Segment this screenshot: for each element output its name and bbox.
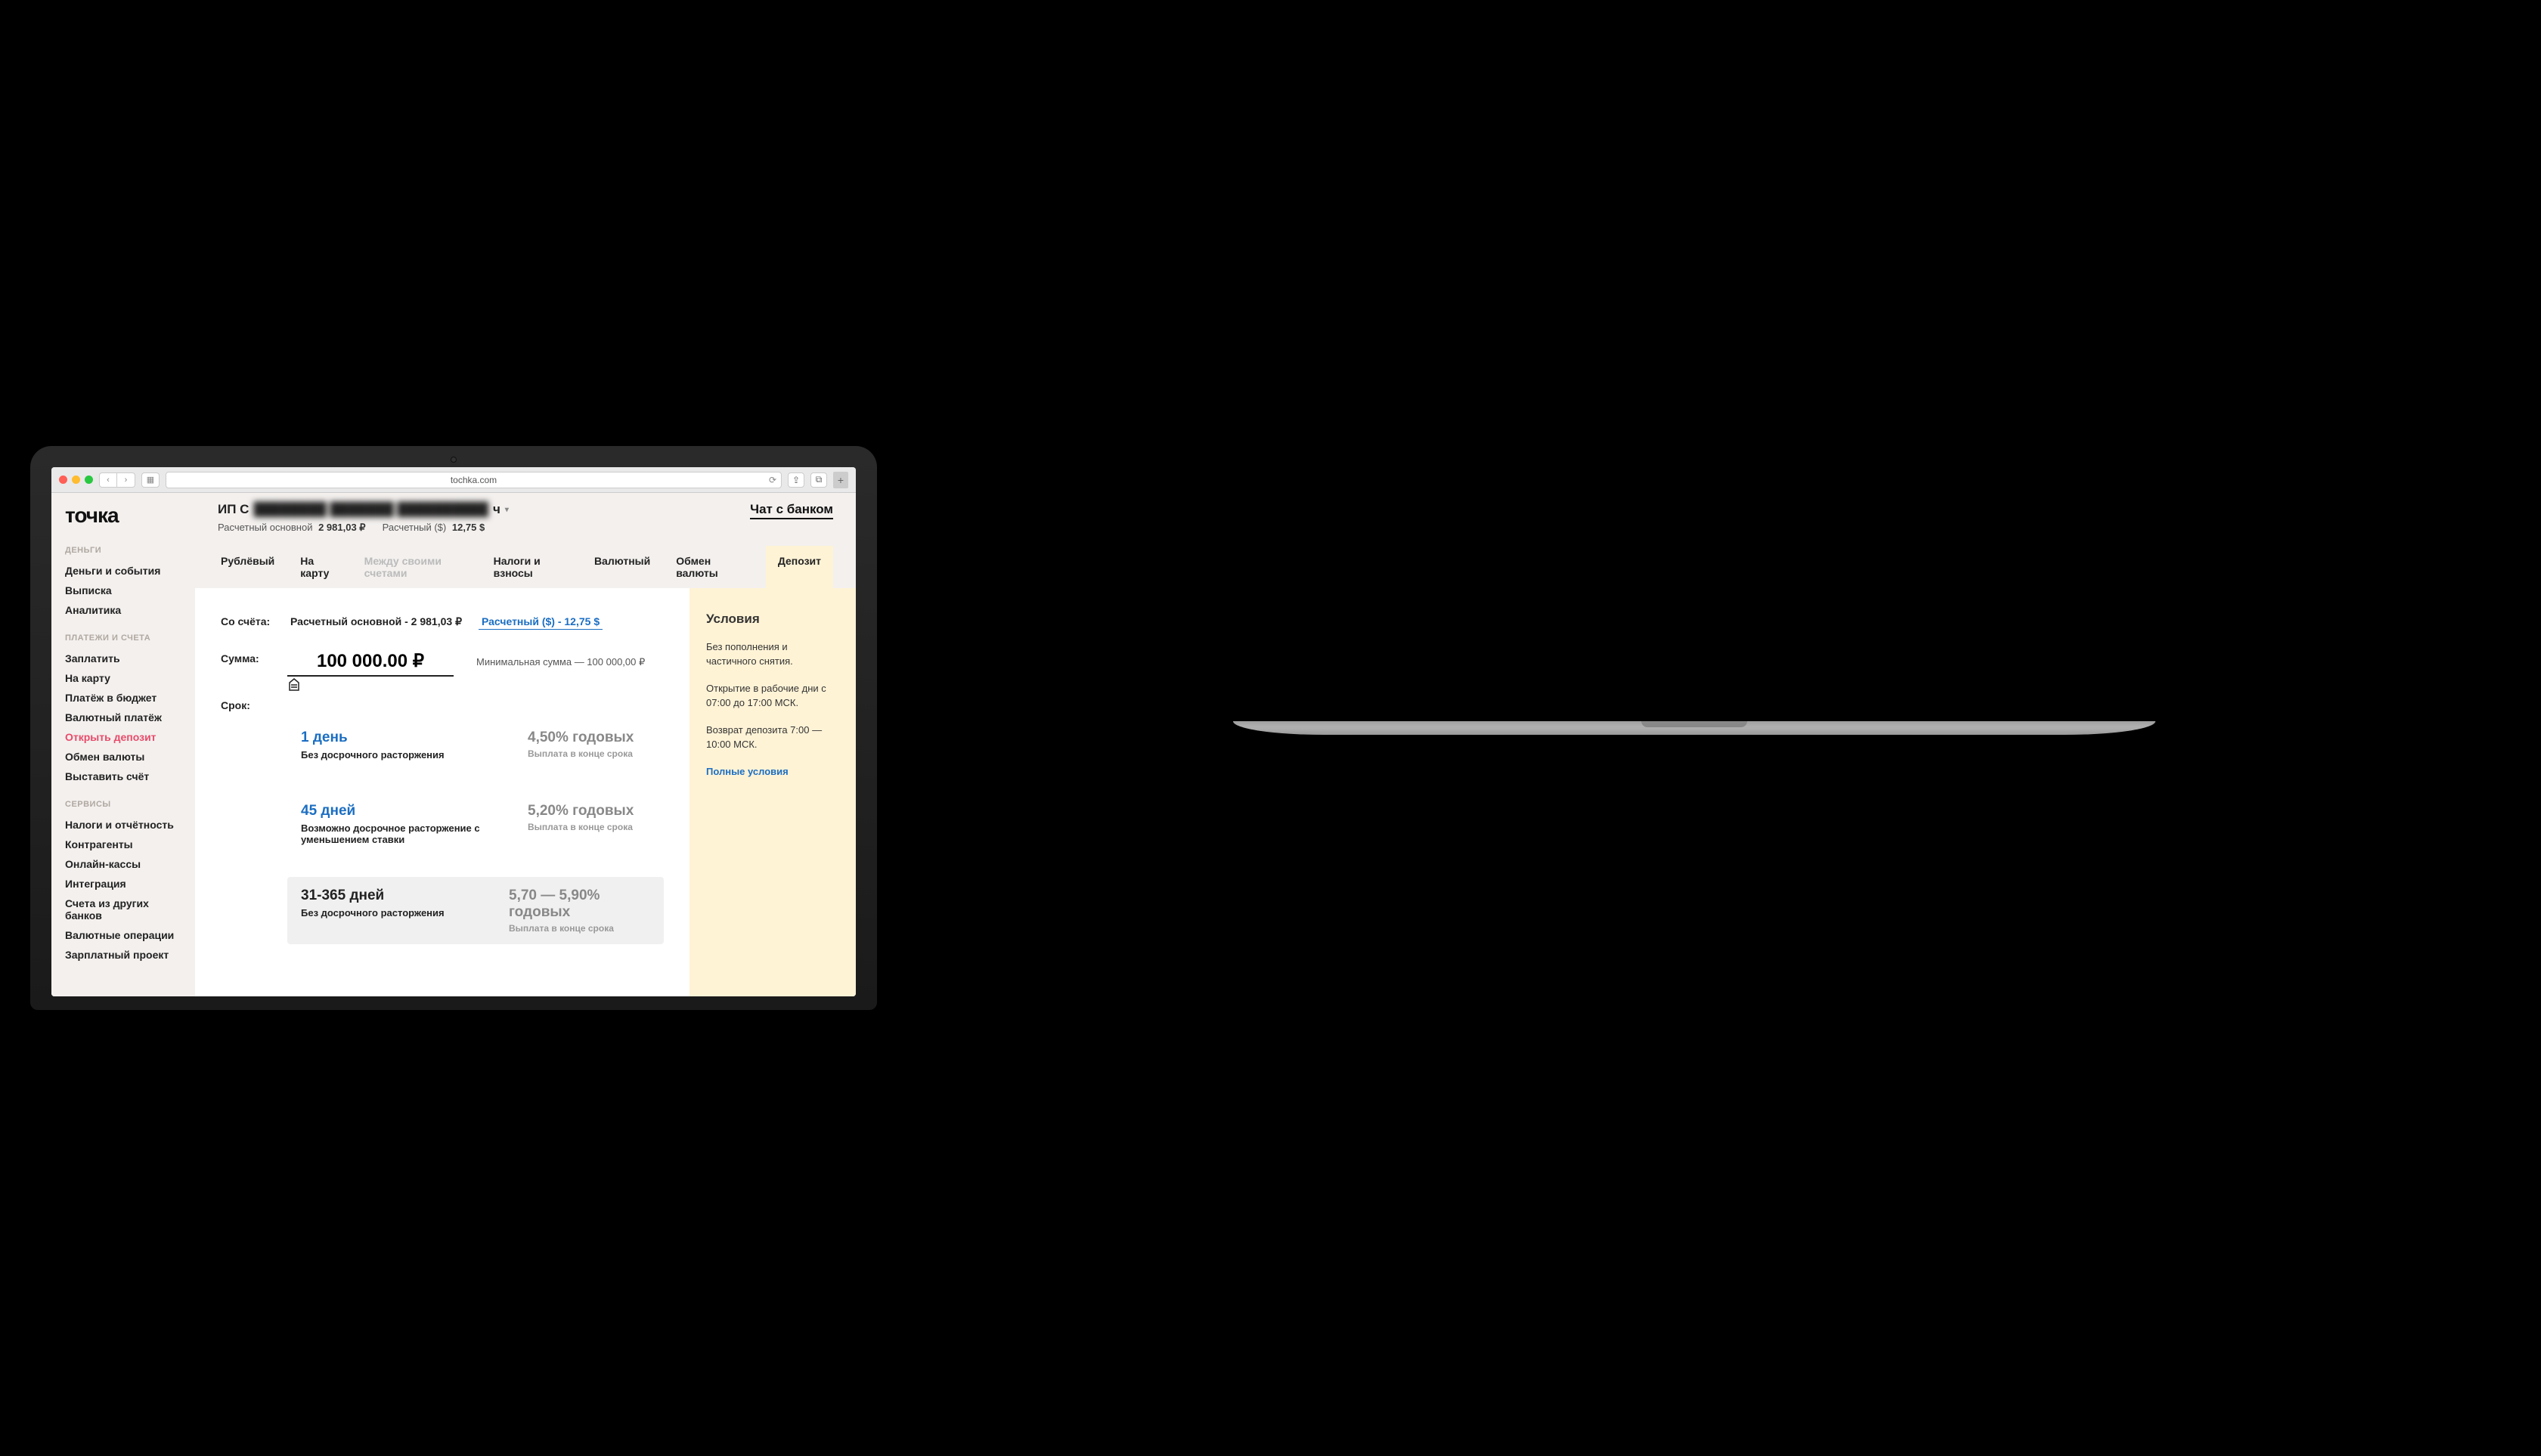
sidebar-item[interactable]: Платёж в бюджет (65, 688, 181, 708)
amount-label: Сумма: (221, 651, 274, 664)
sidebar-item[interactable]: Счета из других банков (65, 894, 181, 925)
sidebar-item[interactable]: Онлайн-кассы (65, 854, 181, 874)
sidebar-item[interactable]: Выставить счёт (65, 767, 181, 786)
sidebar-toggle-icon[interactable]: ▦ (141, 472, 160, 488)
conditions-p2: Открытие в рабочие дни с 07:00 до 17:00 … (706, 681, 839, 711)
sidebar-item[interactable]: Открыть депозит (65, 727, 181, 747)
close-window-icon[interactable] (59, 476, 67, 484)
term-option[interactable]: 45 днейВозможно досрочное расторжение с … (287, 792, 664, 856)
amount-input[interactable]: 100 000.00 ₽ (287, 651, 454, 677)
tab[interactable]: Рублёвый (218, 546, 277, 588)
tab[interactable]: Налоги и взносы (491, 546, 572, 588)
user-name-dropdown[interactable]: ИП С ████████ ███████ ██████████ ч ▾ (218, 502, 509, 517)
full-conditions-link[interactable]: Полные условия (706, 764, 839, 779)
sidebar-item[interactable]: Валютный платёж (65, 708, 181, 727)
back-button[interactable]: ‹ (99, 472, 117, 488)
deposit-form: Со счёта: Расчетный основной - 2 981,03 … (195, 588, 689, 996)
term-option[interactable]: 1 деньБез досрочного расторжения4,50% го… (287, 719, 664, 771)
term-label: Срок: (221, 698, 274, 711)
minimize-window-icon[interactable] (72, 476, 80, 484)
tabs: Рублёвый На карту Между своими счетами Нало… (195, 546, 856, 588)
new-tab-button[interactable]: + (833, 472, 848, 488)
logo: точка (65, 503, 181, 528)
browser-chrome: ‹ › ▦ tochka.com ⟳ ⇪ ⧉ + (51, 467, 856, 493)
conditions-panel: Условия Без пополнения и частичного снят… (689, 588, 856, 996)
sidebar: точка ДЕНЬГИ Деньги и событияВыпискаАнали… (51, 493, 195, 996)
sidebar-section-head: ПЛАТЕЖИ И СЧЕТА (65, 634, 181, 643)
tab: Между своими счетами (361, 546, 471, 588)
address-bar[interactable]: tochka.com ⟳ (166, 472, 782, 488)
sidebar-item[interactable]: Аналитика (65, 600, 181, 620)
tab[interactable]: Валютный (591, 546, 653, 588)
sidebar-item[interactable]: Деньги и события (65, 561, 181, 581)
tab[interactable]: Депозит (766, 546, 833, 588)
camera-icon (451, 457, 457, 463)
sidebar-item[interactable]: Контрагенты (65, 835, 181, 854)
balance-item: Расчетный основной 2 981,03 ₽ (218, 522, 366, 534)
sidebar-item[interactable]: Заплатить (65, 649, 181, 668)
tab[interactable]: Обмен валюты (673, 546, 746, 588)
forward-button[interactable]: › (117, 472, 135, 488)
zoom-window-icon[interactable] (85, 476, 93, 484)
sidebar-item[interactable]: Валютные операции (65, 925, 181, 945)
tabs-icon[interactable]: ⧉ (810, 472, 827, 488)
account-option[interactable]: Расчетный основной - 2 981,03 ₽ (287, 614, 465, 630)
tab[interactable]: На карту (297, 546, 341, 588)
sidebar-section-head: ДЕНЬГИ (65, 546, 181, 555)
sidebar-item[interactable]: Налоги и отчётность (65, 815, 181, 835)
conditions-title: Условия (706, 609, 839, 629)
from-account-label: Со счёта: (221, 614, 274, 627)
url-text: tochka.com (451, 475, 497, 485)
conditions-p1: Без пополнения и частичного снятия. (706, 640, 839, 669)
balance-item: Расчетный ($) 12,75 $ (383, 522, 485, 534)
account-option[interactable]: Расчетный ($) - 12,75 $ (479, 614, 603, 630)
term-option[interactable]: 31-365 днейБез досрочного расторжения5,7… (287, 877, 664, 944)
sidebar-item[interactable]: На карту (65, 668, 181, 688)
reload-icon[interactable]: ⟳ (769, 475, 776, 485)
share-icon[interactable]: ⇪ (788, 472, 804, 488)
sidebar-section-head: СЕРВИСЫ (65, 800, 181, 809)
conditions-p3: Возврат депозита 7:00 — 10:00 МСК. (706, 723, 839, 752)
sidebar-item[interactable]: Обмен валюты (65, 747, 181, 767)
slider-handle-icon[interactable] (287, 678, 301, 692)
sidebar-item[interactable]: Зарплатный проект (65, 945, 181, 965)
min-amount-note: Минимальная сумма — 100 000,00 ₽ (476, 651, 645, 668)
chat-with-bank-link[interactable]: Чат с банком (750, 502, 833, 519)
sidebar-item[interactable]: Выписка (65, 581, 181, 600)
chevron-down-icon: ▾ (505, 506, 509, 514)
topbar: ИП С ████████ ███████ ██████████ ч ▾ Рас… (195, 493, 856, 546)
sidebar-item[interactable]: Интеграция (65, 874, 181, 894)
